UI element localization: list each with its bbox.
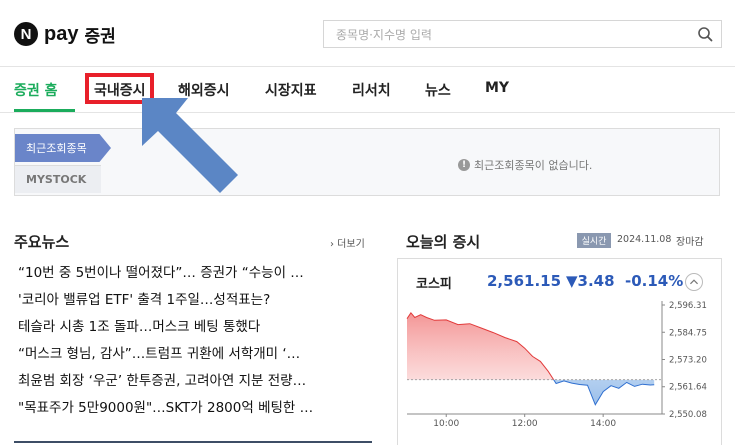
news-more-link[interactable]: › 더보기 — [330, 235, 365, 250]
index-value: 2,561.15 — [487, 272, 562, 290]
x-tick-label: 12:00 — [512, 419, 538, 429]
nav-market-indicators[interactable]: 시장지표 — [265, 80, 317, 100]
y-tick-label: 2,573.20 — [669, 355, 707, 365]
recent-empty-text: 최근조회종목이 없습니다. — [474, 159, 593, 172]
recent-empty-message: ! 최근조회종목이 없습니다. — [458, 157, 592, 173]
index-name[interactable]: 코스피 — [416, 273, 452, 292]
arrow-pointer-icon — [142, 98, 238, 193]
realtime-badge: 실시간 — [577, 233, 611, 248]
naver-pay-logo[interactable]: N pay 증권 — [14, 20, 116, 48]
collapse-button[interactable] — [685, 273, 703, 291]
y-tick-label: 2,596.31 — [669, 301, 707, 311]
index-change-rate: -0.14% — [625, 272, 684, 290]
news-section-title: 주요뉴스 — [14, 233, 70, 251]
active-tab-underline — [14, 109, 75, 112]
news-item[interactable]: '코리아 밸류업 ETF' 출격 1주일…성적표는? — [18, 291, 370, 318]
news-list: “10번 중 5번이나 떨어졌다”… 증권가 “수능이 … '코리아 밸류업 E… — [18, 264, 370, 426]
news-divider — [14, 441, 372, 443]
nav-news[interactable]: 뉴스 — [425, 80, 451, 100]
news-item[interactable]: "목표주가 5만9000원"…SKT가 2800억 베팅한 … — [18, 399, 370, 426]
logo-securities-text: 증권 — [84, 26, 116, 47]
y-tick-label: 2,584.75 — [669, 328, 707, 338]
index-change: ▼3.48 — [566, 272, 615, 290]
logo-pay-text: pay — [44, 22, 79, 45]
search-box[interactable] — [323, 20, 722, 48]
market-section-title: 오늘의 증시 — [406, 233, 481, 251]
x-tick-label: 10:00 — [433, 419, 459, 429]
recent-stocks-panel: 최근조회종목 MYSTOCK ! 최근조회종목이 없습니다. — [14, 128, 720, 196]
chevron-up-icon — [690, 279, 698, 285]
kospi-chart: 10:00 12:00 14:00 2,596.31 2,584.75 2,573.20 2… — [406, 301, 707, 429]
info-icon: ! — [458, 159, 470, 171]
news-item[interactable]: 테슬라 시총 1조 돌파…머스크 베팅 통했다 — [18, 318, 370, 345]
market-date: 2024.11.08 — [617, 234, 672, 245]
market-status: 장마감 — [676, 237, 704, 248]
y-tick-label: 2,561.64 — [669, 383, 707, 393]
header: N pay 증권 — [0, 0, 735, 67]
news-item[interactable]: “10번 중 5번이나 떨어졌다”… 증권가 “수능이 … — [18, 264, 370, 291]
search-icon[interactable] — [697, 26, 713, 42]
nav-my[interactable]: MY — [485, 80, 509, 96]
nav-research[interactable]: 리서치 — [352, 80, 391, 100]
news-item[interactable]: 최윤범 회장 ‘우군’ 한투증권, 고려아연 지분 전량… — [18, 372, 370, 399]
search-input[interactable] — [334, 25, 688, 45]
news-item[interactable]: “머스크 형님, 감사”…트럼프 귀환에 서학개미 ‘… — [18, 345, 370, 372]
y-tick-label: 2,550.08 — [669, 410, 707, 420]
mystock-tab[interactable]: MYSTOCK — [15, 165, 101, 193]
x-tick-label: 14:00 — [590, 419, 616, 429]
nav-home[interactable]: 증권 홈 — [14, 80, 58, 100]
n-logo-icon: N — [14, 22, 38, 46]
chart-area-up — [407, 312, 554, 380]
recent-stocks-tab[interactable]: 최근조회종목 — [15, 134, 111, 162]
